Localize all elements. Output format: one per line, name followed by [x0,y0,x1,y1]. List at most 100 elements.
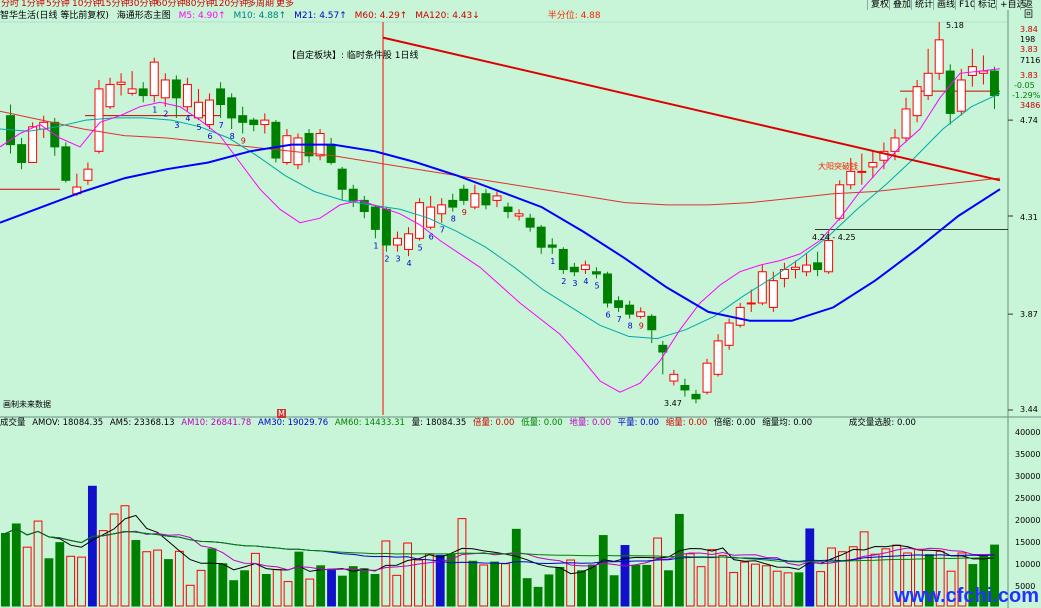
volume-bar [240,570,249,607]
volume-bar [577,570,586,607]
volume-bar [164,559,173,607]
candle-body [702,362,712,393]
volume-bar [348,566,358,607]
volume-bar [479,564,489,607]
volume-bar [533,586,543,607]
candle-body [503,206,513,213]
vol-flag: 成交量选股: 0.00 [848,418,916,428]
volume-bar [381,540,391,607]
candle-body [348,188,358,201]
volume-bar [566,559,576,607]
candle-body [271,121,281,159]
candle-body [547,244,557,248]
volume-bar [272,569,282,607]
ma-cyan-line [0,92,1001,340]
volume-tick-label: 25000 [1015,494,1041,503]
volume-bar [196,569,206,607]
candle-body [182,83,192,108]
candle-body [680,384,690,391]
candle-body [945,70,955,114]
sequence-count-label: 5 [418,244,423,253]
candle-body [459,188,469,201]
vol-flag: 倍缩: 0.00 [713,418,756,428]
kline-chart[interactable]: 1 2345678 912 3 45678912 3 4 56 78 9 [0,0,1041,608]
candle-body [61,146,71,181]
volume-bar [294,551,304,607]
candle-body [17,144,27,163]
volume-label[interactable]: 成交量 [0,418,26,428]
volume-bar [55,542,65,607]
candle-body [437,204,447,215]
volume-bar [207,548,217,607]
candle-body [724,322,734,346]
sequence-count-label: 8 [230,132,235,141]
am10-value: AM10: 26841.78 [181,418,252,428]
candle-body [813,262,823,271]
candle-body [967,66,977,77]
sequence-count-label: 3 [572,279,577,288]
candle-body [857,170,867,173]
breakout-label: 大阳突破钱 [818,162,858,171]
sequence-count-label: 4 [407,259,412,268]
site-watermark: www.cfchi.com [894,585,1039,607]
candle-body [768,280,778,308]
volume-bar [424,553,434,607]
volume-bar [327,568,336,607]
volume-bar [337,575,347,607]
quote-info: -0.05 [1014,81,1035,90]
sequence-count-label: 8 [451,215,456,224]
candle-body [171,79,181,99]
volume-bar [827,547,836,607]
vol-flag: 平量: 0.00 [617,418,660,428]
volume-bar [435,554,445,607]
candle-body [392,237,402,246]
volume-bar [544,574,554,607]
sequence-count-label: 3 [174,121,179,130]
volume-bar [185,584,195,607]
candle-body [282,135,292,163]
sequence-count-label: 5 [594,281,599,290]
candle-body [481,193,491,206]
quote-info: 198 [1020,35,1036,44]
candle-body [216,88,226,106]
candle-body [901,108,911,139]
volume-tick-label: 15000 [1015,538,1041,547]
sequence-count-label: 1 [152,105,157,114]
volume-bar [751,563,760,607]
candle-body [603,273,613,304]
volume-bar [218,563,228,607]
sequence-count-label: 2 [561,277,566,286]
volume-bar [761,565,771,607]
volume-bar [370,574,380,607]
vol-flag: 缩量: 0.00 [665,418,708,428]
sequence-count-label: 7 [219,121,224,130]
candle-body [326,144,336,163]
candle-body [83,168,93,181]
volume-bar [109,513,119,607]
candle-body [448,199,458,208]
candle-body [116,81,126,85]
ma-magenta-line [0,68,1001,393]
candle-body [536,226,546,248]
sequence-count-label: 9 [639,322,644,331]
volume-bar [555,566,565,607]
candle-body [149,61,159,97]
liang-value: 量: 18084.35 [411,418,467,428]
volume-bar [805,528,815,607]
volume-bar [305,578,315,607]
candle-body [802,264,812,273]
am30-value: AM30: 19029.76 [258,418,329,428]
candle-body [525,217,535,228]
candle-body [614,300,624,308]
volume-bar [414,559,423,607]
amov-value: AMOV: 18084.35 [32,418,104,428]
sequence-count-label: 4 [583,277,588,286]
candle-body [669,373,679,382]
volume-bar [468,560,478,607]
quote-info: 3.83 [1020,71,1038,80]
candle-body [260,119,270,126]
volume-bar [490,561,499,607]
candle-body [934,39,944,74]
volume-tick-label: 35000 [1015,450,1041,459]
volume-bar [685,553,695,607]
